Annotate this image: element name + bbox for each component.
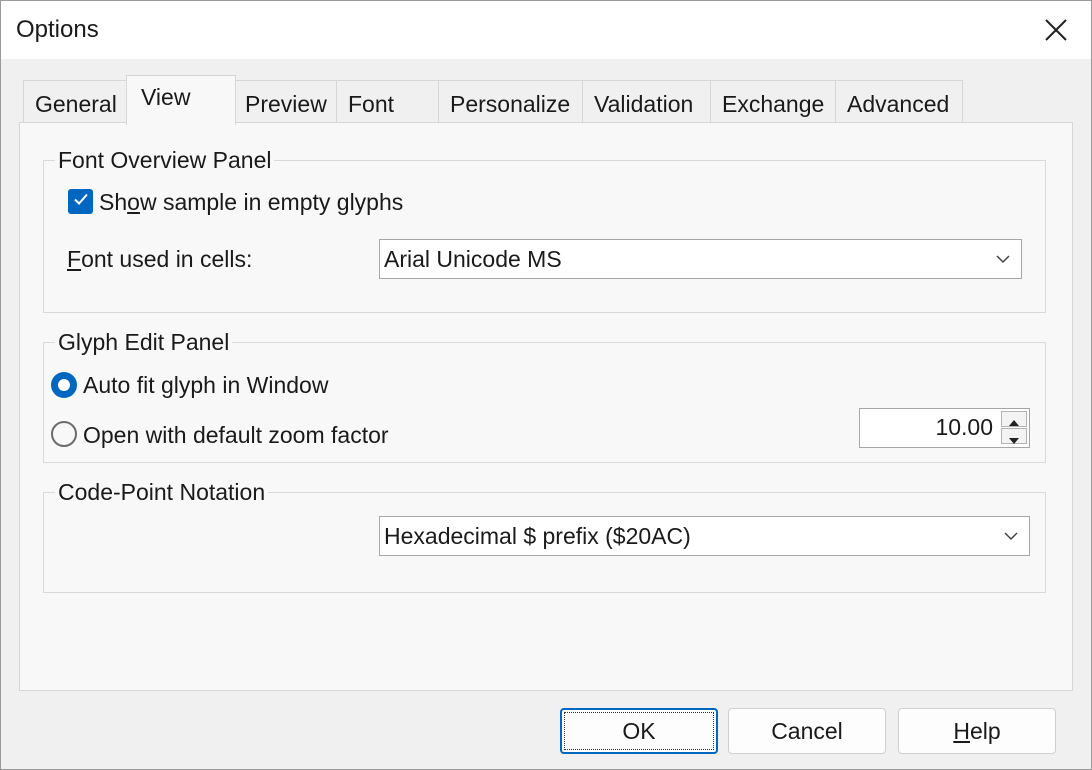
triangle-down-icon (1009, 423, 1019, 450)
tab-validation[interactable]: Validation (582, 80, 711, 124)
default-zoom-label[interactable]: Open with default zoom factor (83, 422, 389, 449)
help-button-label: Help (953, 717, 1001, 744)
ok-button[interactable]: OK (560, 708, 718, 754)
window-title: Options (16, 16, 99, 43)
code-point-combobox[interactable]: Hexadecimal $ prefix ($20AC) (379, 516, 1030, 556)
zoom-factor-spinbox[interactable]: 10.00 (859, 408, 1030, 448)
default-zoom-radio[interactable] (51, 421, 77, 447)
show-sample-checkbox[interactable] (68, 189, 93, 214)
show-sample-label[interactable]: Show sample in empty glyphs (99, 189, 403, 216)
tab-personalize[interactable]: Personalize (438, 80, 583, 124)
tab-advanced[interactable]: Advanced (835, 80, 963, 124)
chevron-down-icon (985, 254, 1021, 264)
check-icon (72, 190, 90, 213)
tab-preview[interactable]: Preview (233, 80, 337, 124)
tab-font[interactable]: Font (336, 80, 439, 124)
font-cells-label: Font used in cells: (67, 246, 253, 272)
font-overview-legend: Font Overview Panel (55, 147, 275, 174)
spin-down-button[interactable] (1001, 428, 1027, 444)
help-button[interactable]: Help (898, 708, 1056, 754)
code-point-legend: Code-Point Notation (55, 479, 269, 506)
glyph-edit-legend: Glyph Edit Panel (55, 329, 233, 356)
tab-exchange[interactable]: Exchange (710, 80, 836, 124)
close-icon (1044, 18, 1068, 42)
chevron-down-icon (993, 531, 1029, 541)
close-button[interactable] (1021, 1, 1091, 59)
auto-fit-label[interactable]: Auto fit glyph in Window (83, 372, 328, 399)
cancel-button-label: Cancel (771, 717, 843, 744)
options-dialog: Options General View Preview Font Person… (0, 0, 1092, 770)
title-bar: Options (1, 1, 1091, 59)
auto-fit-radio[interactable] (51, 372, 77, 398)
font-cells-value: Arial Unicode MS (384, 245, 562, 272)
font-overview-group (43, 160, 1046, 313)
font-cells-combobox[interactable]: Arial Unicode MS (379, 239, 1022, 279)
tab-general[interactable]: General (23, 80, 127, 124)
code-point-value: Hexadecimal $ prefix ($20AC) (384, 522, 691, 549)
cancel-button[interactable]: Cancel (728, 708, 886, 754)
ok-button-label: OK (622, 717, 656, 744)
zoom-factor-value[interactable]: 10.00 (935, 414, 993, 441)
tab-view[interactable]: View (126, 75, 236, 125)
tab-strip: General View Preview Font Personalize Va… (23, 75, 1023, 125)
view-tab-page: Font Overview Panel Show sample in empty… (19, 122, 1073, 691)
